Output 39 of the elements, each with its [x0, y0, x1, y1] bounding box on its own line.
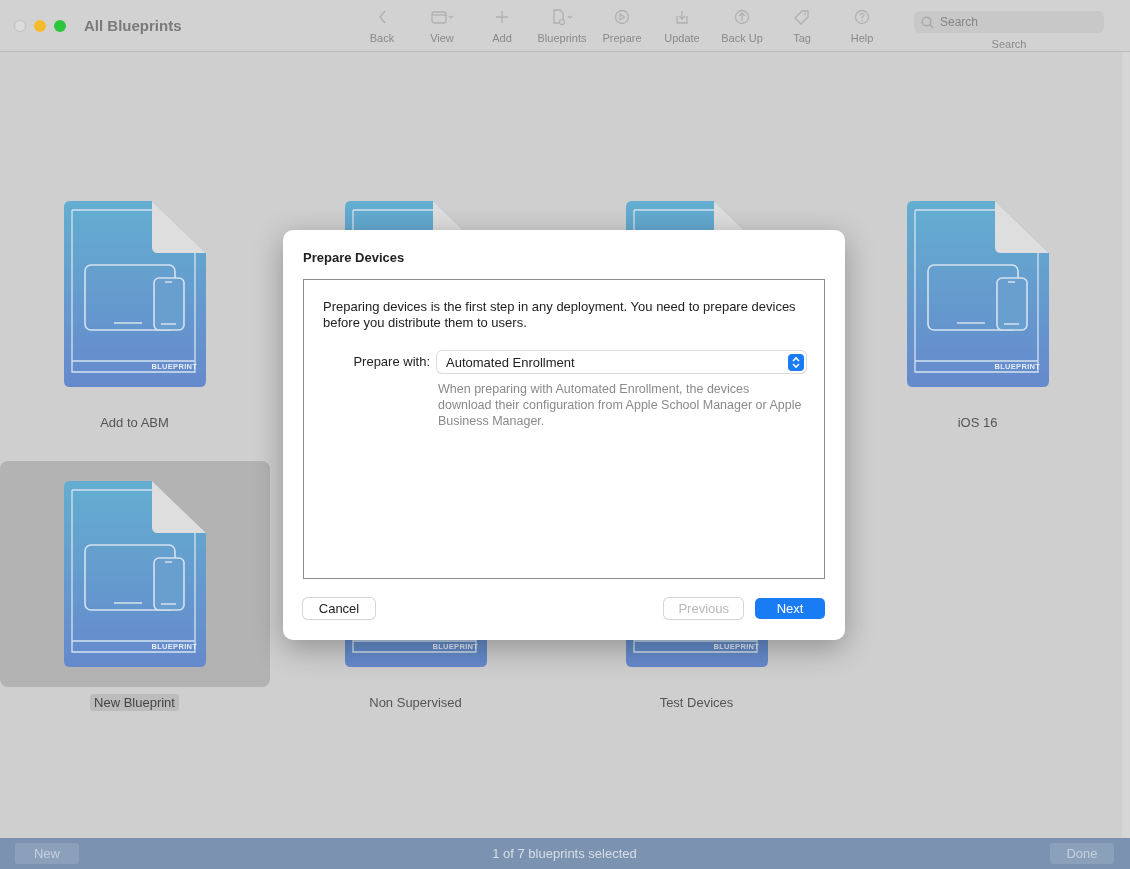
toolbar-back-button[interactable]: Back: [354, 7, 410, 44]
minimize-button[interactable]: [34, 19, 46, 32]
close-button[interactable]: [14, 19, 26, 32]
toolbar-prepare-button[interactable]: Prepare: [594, 7, 650, 44]
blueprint-document-icon: [906, 201, 1049, 387]
stepper-icon: [788, 353, 804, 371]
toolbar-update-button[interactable]: Update: [654, 7, 710, 44]
zoom-button[interactable]: [54, 19, 66, 32]
toolbar-view-button[interactable]: View: [414, 7, 470, 44]
toolbar-blueprints-button[interactable]: Blueprints: [534, 7, 590, 44]
play-circle-icon: [613, 7, 631, 26]
help-text: When preparing with Automated Enrollment, the devices download their configuration from Apple School Manager or Apple Business Manager.: [438, 381, 803, 429]
toolbar-tag-button[interactable]: Tag: [774, 7, 830, 44]
blueprint-document-icon: [63, 201, 206, 387]
tag-icon: [793, 7, 811, 26]
new-button[interactable]: New: [15, 843, 79, 864]
intro-text: Preparing devices is the first step in any deployment. You need to prepare devices before you distribute them to users.: [323, 299, 797, 331]
blueprint-name[interactable]: Add to ABM: [96, 414, 173, 431]
done-button[interactable]: Done: [1050, 843, 1114, 864]
blueprint-name[interactable]: iOS 16: [953, 414, 1002, 431]
cancel-button[interactable]: Cancel: [303, 598, 375, 619]
help-icon: [853, 7, 871, 26]
toolbar-backup-button[interactable]: Back Up: [714, 7, 770, 44]
dialog-title: Prepare Devices: [303, 250, 406, 267]
blueprint-name[interactable]: New Blueprint: [90, 694, 179, 711]
blueprint-name[interactable]: Test Devices: [655, 694, 738, 711]
window-title: All Blueprints: [84, 17, 183, 34]
blueprint-document-icon: [63, 481, 206, 667]
prepare-popup[interactable]: Automated Enrollment: [437, 351, 806, 373]
prepare-label: Prepare with:: [352, 353, 430, 371]
selection-status: 1 of 7 blueprints selected: [492, 846, 637, 861]
upload-circle-icon: [733, 7, 751, 26]
search-label: Search: [991, 38, 1027, 50]
blueprint-name[interactable]: Non Supervised: [365, 694, 466, 711]
document-icon: [550, 7, 574, 26]
toolbar-add-button[interactable]: Add: [474, 7, 530, 44]
search-field[interactable]: Search: [914, 11, 1104, 33]
next-button[interactable]: Next: [755, 598, 825, 619]
toolbar-help-button[interactable]: Help: [834, 7, 890, 44]
